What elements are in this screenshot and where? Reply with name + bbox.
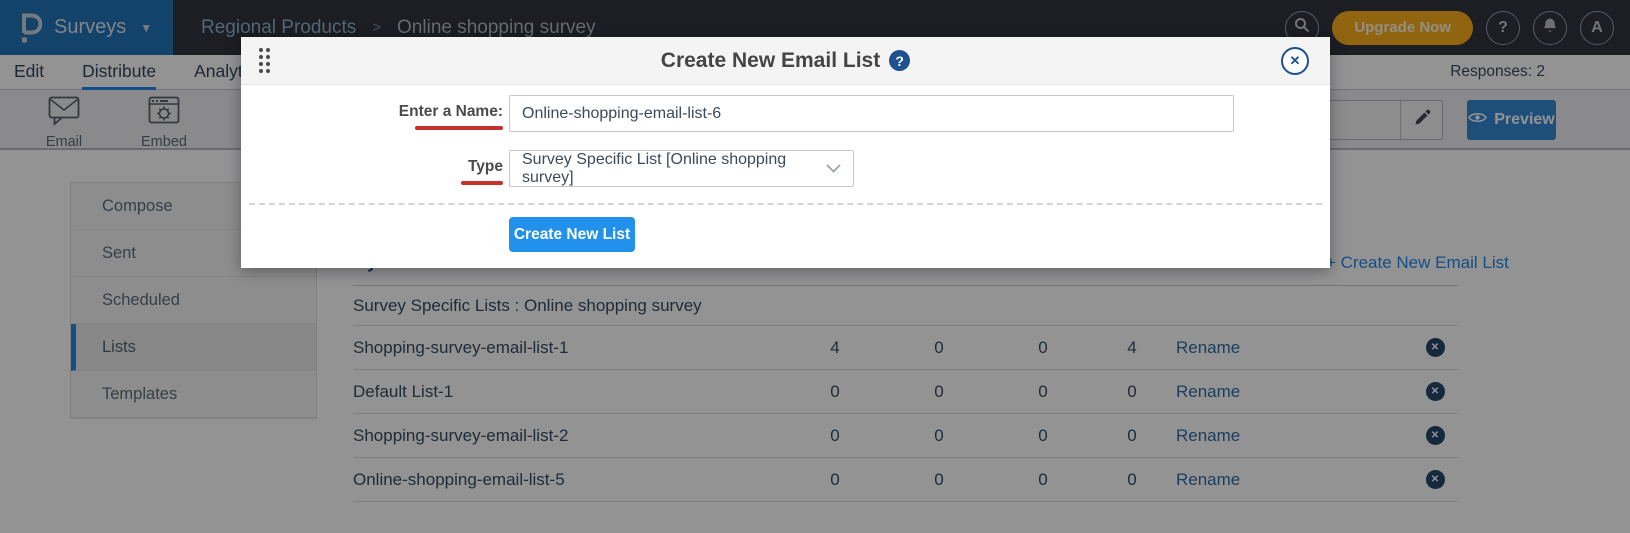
list-name-input[interactable]	[509, 95, 1234, 132]
name-label-wrap: Enter a Name:	[241, 95, 509, 130]
modal-divider	[249, 203, 1322, 205]
drag-handle-icon[interactable]	[259, 48, 270, 73]
create-email-list-modal: Create New Email List ? ✕ Enter a Name: …	[241, 37, 1330, 268]
required-underline	[461, 181, 503, 185]
modal-close-button[interactable]: ✕	[1281, 47, 1309, 75]
modal-title: Create New Email List	[661, 49, 880, 73]
list-type-value: Survey Specific List [Online shopping su…	[522, 151, 826, 187]
chevron-down-icon	[826, 160, 841, 178]
type-label-wrap: Type	[241, 150, 509, 185]
modal-header: Create New Email List ? ✕	[241, 37, 1330, 85]
modal-help-icon[interactable]: ?	[889, 50, 910, 71]
type-label: Type	[468, 158, 503, 176]
required-underline	[415, 126, 503, 130]
type-form-row: Type Survey Specific List [Online shoppi…	[241, 150, 1330, 187]
list-type-select[interactable]: Survey Specific List [Online shopping su…	[509, 150, 854, 187]
create-new-list-button[interactable]: Create New List	[509, 217, 635, 252]
app-window: Surveys ▼ Regional Products > Online sho…	[0, 0, 1630, 533]
name-label: Enter a Name:	[399, 103, 503, 121]
name-form-row: Enter a Name:	[241, 95, 1330, 132]
